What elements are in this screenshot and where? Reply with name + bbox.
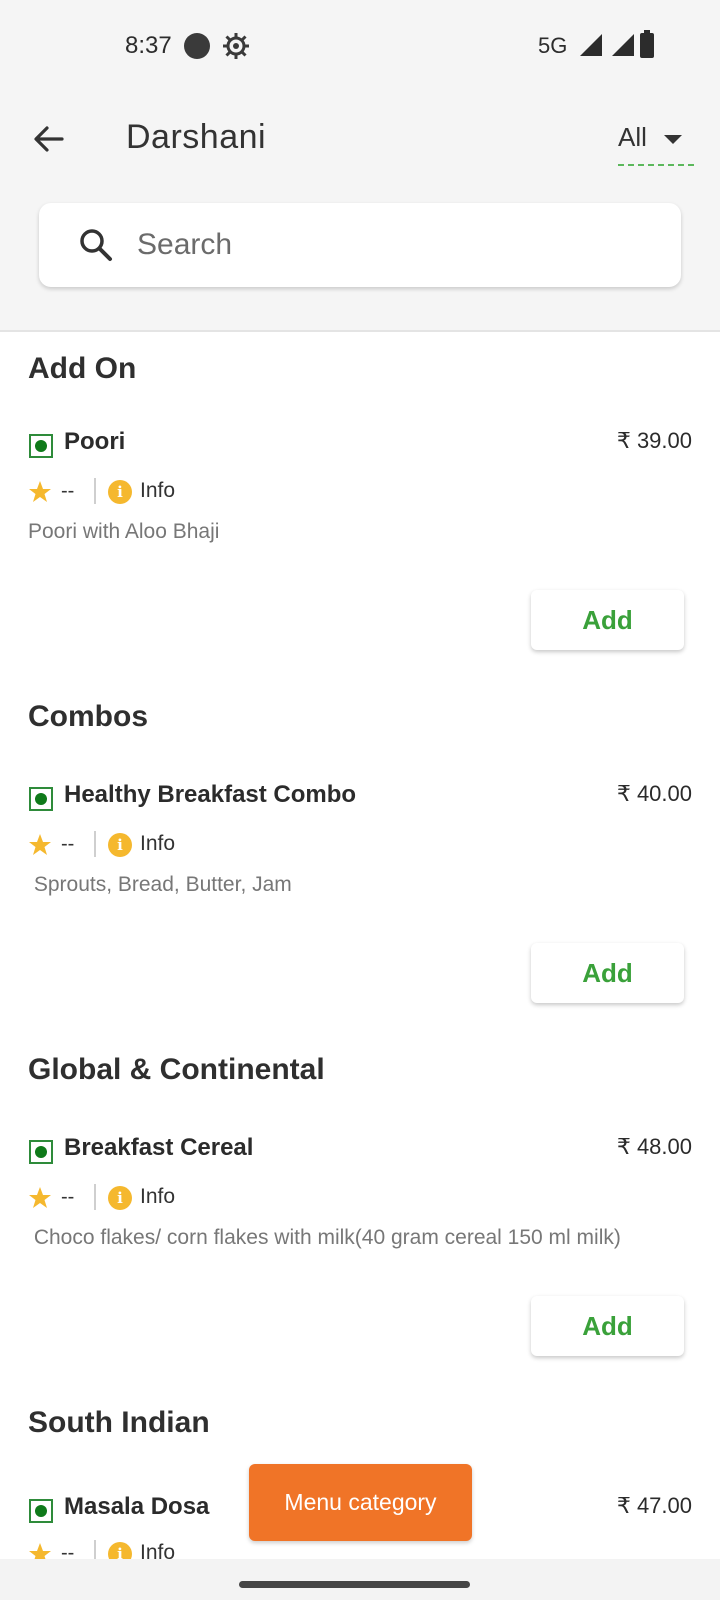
search-box[interactable]	[39, 203, 681, 287]
rating-row: -- i Info	[28, 478, 228, 506]
info-link[interactable]: Info	[140, 832, 175, 856]
star-icon	[29, 481, 51, 502]
signal-hd-icon	[612, 34, 634, 56]
item-price: ₹ 40.00	[616, 781, 692, 806]
add-button[interactable]: Add	[531, 590, 684, 650]
rating-row: -- i Info	[28, 1184, 228, 1212]
item-price: ₹ 47.00	[616, 1493, 692, 1518]
item-name[interactable]: Breakfast Cereal	[64, 1134, 253, 1162]
filter-label: All	[618, 122, 647, 152]
item-name[interactable]: Healthy Breakfast Combo	[64, 781, 356, 809]
network-type: 5G	[538, 33, 568, 58]
rating-row: -- i Info	[28, 831, 228, 859]
item-description: Sprouts, Bread, Butter, Jam	[28, 873, 292, 896]
item-name[interactable]: Poori	[64, 428, 125, 456]
rating-value: --	[61, 833, 75, 855]
search-input[interactable]	[137, 221, 637, 269]
caret-down-icon	[664, 135, 682, 144]
info-link[interactable]: Info	[140, 479, 175, 503]
arrow-left-icon[interactable]	[30, 120, 68, 158]
divider	[94, 831, 96, 857]
section-title-global-continental: Global & Continental	[28, 1053, 325, 1086]
system-nav-bar	[0, 1559, 720, 1600]
info-icon[interactable]: i	[108, 1186, 132, 1210]
record-dot-icon	[184, 33, 210, 59]
info-icon[interactable]: i	[108, 480, 132, 504]
star-icon	[29, 834, 51, 855]
item-description: Poori with Aloo Bhaji	[28, 520, 220, 543]
item-description: Choco flakes/ corn flakes with milk(40 g…	[28, 1226, 621, 1249]
battery-icon	[640, 30, 654, 58]
status-time: 8:37	[125, 32, 172, 59]
gesture-handle[interactable]	[239, 1581, 470, 1588]
section-title-add-on: Add On	[28, 352, 137, 385]
filter-dropdown[interactable]: All	[618, 122, 694, 166]
rating-value: --	[61, 480, 75, 502]
divider	[94, 478, 96, 504]
menu-category-button[interactable]: Menu category	[249, 1464, 472, 1541]
section-title-combos: Combos	[28, 700, 148, 733]
status-bar: 8:37 5G	[0, 0, 720, 90]
item-price: ₹ 39.00	[616, 428, 692, 453]
add-button[interactable]: Add	[531, 943, 684, 1003]
top-bar: 8:37 5G Darshani All	[0, 0, 720, 332]
section-title-south-indian: South Indian	[28, 1406, 210, 1439]
veg-indicator-icon	[29, 434, 53, 458]
divider	[94, 1184, 96, 1210]
search-icon	[80, 229, 112, 261]
rating-value: --	[61, 1186, 75, 1208]
item-name[interactable]: Masala Dosa	[64, 1493, 209, 1521]
veg-indicator-icon	[29, 1140, 53, 1164]
info-icon[interactable]: i	[108, 833, 132, 857]
page-title: Darshani	[126, 118, 267, 156]
signal-hd-icon	[580, 34, 602, 56]
gear-icon	[223, 33, 249, 59]
add-button[interactable]: Add	[531, 1296, 684, 1356]
veg-indicator-icon	[29, 787, 53, 811]
item-price: ₹ 48.00	[616, 1134, 692, 1159]
info-link[interactable]: Info	[140, 1185, 175, 1209]
star-icon	[29, 1187, 51, 1208]
veg-indicator-icon	[29, 1499, 53, 1523]
